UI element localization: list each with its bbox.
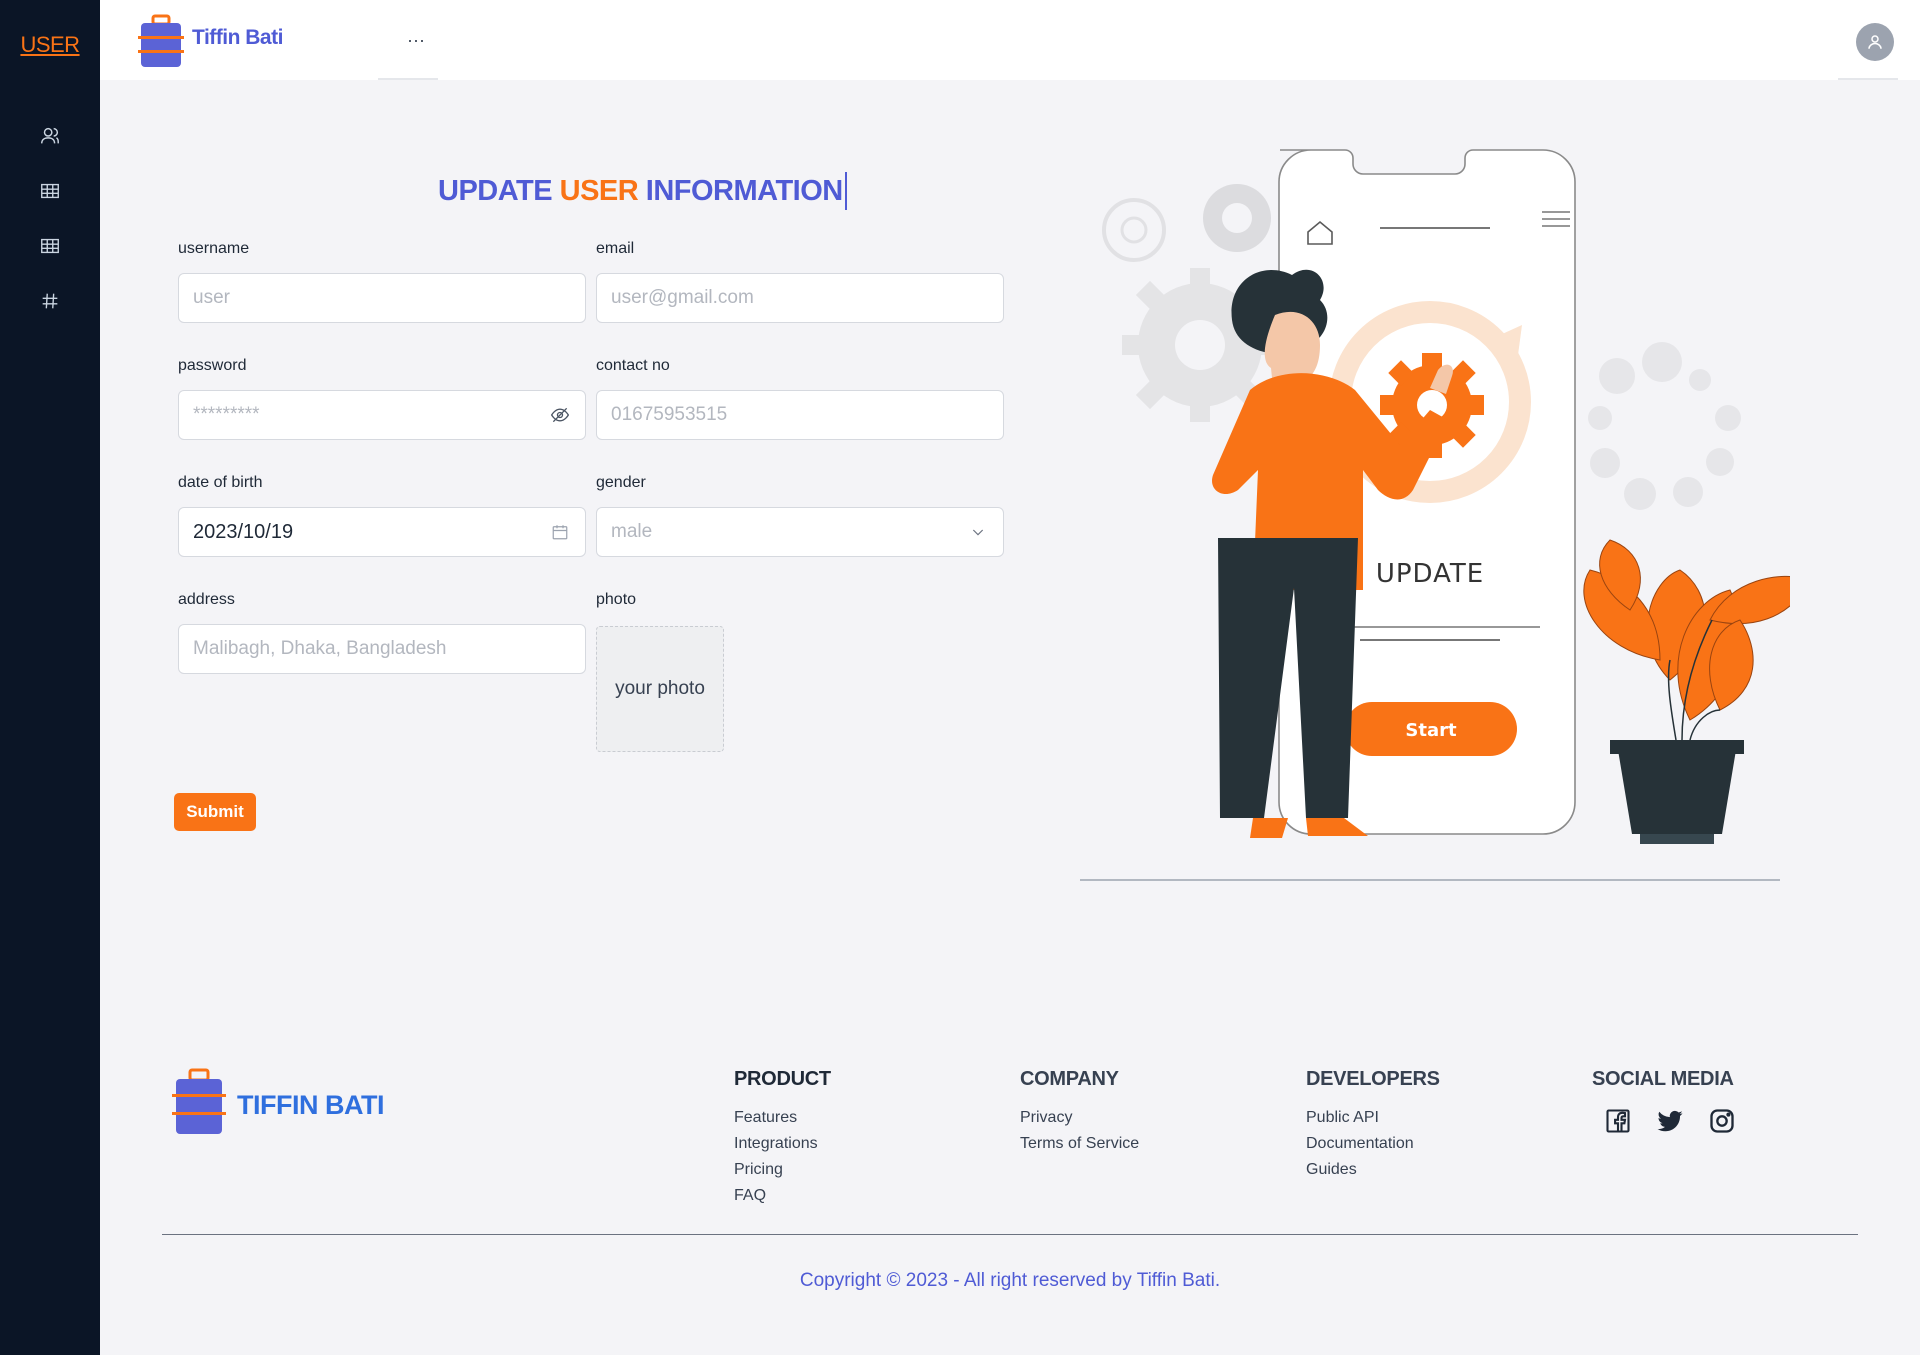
footer-link[interactable]: Public API bbox=[1306, 1105, 1440, 1131]
sidebar-item-table-1[interactable] bbox=[0, 163, 100, 218]
footer-link[interactable]: Guides bbox=[1306, 1157, 1440, 1183]
divider bbox=[378, 78, 438, 80]
eye-off-icon[interactable] bbox=[549, 404, 571, 426]
footer-column-product: PRODUCT Features Integrations Pricing FA… bbox=[734, 1068, 831, 1209]
sidebar-nav bbox=[0, 108, 100, 328]
social-icons bbox=[1592, 1105, 1738, 1137]
username-input[interactable]: user bbox=[178, 273, 586, 323]
email-input[interactable]: user@gmail.com bbox=[596, 273, 1004, 323]
footer-link[interactable]: FAQ bbox=[734, 1183, 831, 1209]
title-part: INFORMATION bbox=[645, 175, 843, 207]
gender-value: male bbox=[611, 521, 653, 542]
page-title: UPDATE USER INFORMATION bbox=[438, 172, 847, 210]
sidebar: USER bbox=[0, 0, 100, 1355]
footer-column-title: COMPANY bbox=[1020, 1068, 1119, 1090]
address-label: address bbox=[178, 591, 235, 608]
footer-column-title: PRODUCT bbox=[734, 1068, 831, 1090]
address-input[interactable]: Malibagh, Dhaka, Bangladesh bbox=[178, 624, 586, 674]
title-part: UPDATE bbox=[438, 175, 553, 207]
footer-column-title: DEVELOPERS bbox=[1306, 1068, 1440, 1090]
password-placeholder: ********* bbox=[193, 404, 260, 425]
gear-icon bbox=[1203, 184, 1271, 252]
start-label: Start bbox=[1405, 720, 1457, 741]
footer-link[interactable]: Integrations bbox=[734, 1131, 831, 1157]
sidebar-item-table-2[interactable] bbox=[0, 218, 100, 273]
top-bar: Tiffin Bati ··· bbox=[100, 0, 1920, 80]
photo-label: photo bbox=[596, 591, 637, 608]
chevron-down-icon bbox=[967, 521, 989, 543]
instagram-icon[interactable] bbox=[1706, 1105, 1738, 1137]
title-part: USER bbox=[559, 175, 639, 207]
dob-input[interactable]: 2023/10/19 bbox=[178, 507, 586, 557]
gender-select[interactable]: male bbox=[596, 507, 1004, 557]
screen-title: UPDATE bbox=[1376, 559, 1484, 589]
dob-label: date of birth bbox=[178, 474, 263, 491]
sidebar-item-users[interactable] bbox=[0, 108, 100, 163]
update-illustration: UPDATE Start bbox=[1080, 149, 1790, 881]
twitter-icon[interactable] bbox=[1654, 1105, 1686, 1137]
app-title[interactable]: Tiffin Bati bbox=[192, 26, 283, 50]
footer-column-social: SOCIAL MEDIA bbox=[1592, 1068, 1738, 1137]
table-icon bbox=[41, 238, 59, 253]
email-label: email bbox=[596, 240, 635, 257]
username-label: username bbox=[178, 240, 250, 257]
loading-dots-icon bbox=[1588, 342, 1741, 510]
gear-icon bbox=[1102, 198, 1166, 262]
footer-link[interactable]: Features bbox=[734, 1105, 831, 1131]
gender-label: gender bbox=[596, 474, 646, 491]
contact-placeholder: 01675953515 bbox=[611, 404, 728, 425]
more-menu-icon[interactable]: ··· bbox=[398, 22, 434, 58]
sidebar-item-hash[interactable] bbox=[0, 273, 100, 328]
password-label: password bbox=[178, 357, 247, 374]
footer-link[interactable]: Privacy bbox=[1020, 1105, 1139, 1131]
users-icon bbox=[41, 127, 59, 143]
submit-button[interactable]: Submit bbox=[174, 793, 256, 831]
footer-column-company: COMPANY Privacy Terms of Service bbox=[1020, 1068, 1139, 1157]
sidebar-brand-link[interactable]: USER bbox=[0, 32, 100, 58]
divider bbox=[1838, 78, 1898, 80]
footer-column-title: SOCIAL MEDIA bbox=[1592, 1068, 1734, 1090]
copyright-text: Copyright © 2023 - All right reserved by… bbox=[799, 1270, 1221, 1291]
photo-upload[interactable]: your photo bbox=[596, 626, 724, 752]
email-placeholder: user@gmail.com bbox=[611, 287, 754, 308]
address-placeholder: Malibagh, Dhaka, Bangladesh bbox=[193, 638, 447, 659]
contact-input[interactable]: 01675953515 bbox=[596, 390, 1004, 440]
footer-column-developers: DEVELOPERS Public API Documentation Guid… bbox=[1306, 1068, 1440, 1183]
username-placeholder: user bbox=[193, 287, 230, 308]
footer-brand: TIFFIN BATI bbox=[237, 1090, 384, 1120]
avatar[interactable] bbox=[1856, 23, 1894, 61]
footer-link[interactable]: Documentation bbox=[1306, 1131, 1440, 1157]
plant-illustration bbox=[1583, 539, 1790, 844]
user-icon bbox=[1868, 35, 1882, 49]
table-icon bbox=[41, 183, 59, 198]
facebook-icon[interactable] bbox=[1602, 1105, 1634, 1137]
password-input[interactable]: ********* bbox=[178, 390, 586, 440]
tiffin-box-logo-icon bbox=[172, 1068, 226, 1134]
hash-icon bbox=[42, 293, 58, 308]
tiffin-box-logo-icon bbox=[138, 14, 184, 67]
footer-link[interactable]: Terms of Service bbox=[1020, 1131, 1139, 1157]
dob-value: 2023/10/19 bbox=[193, 520, 294, 543]
footer-link[interactable]: Pricing bbox=[734, 1157, 831, 1183]
photo-placeholder: your photo bbox=[615, 678, 705, 699]
contact-label: contact no bbox=[596, 357, 670, 374]
calendar-icon[interactable] bbox=[549, 521, 571, 543]
footer-divider bbox=[162, 1234, 1858, 1235]
